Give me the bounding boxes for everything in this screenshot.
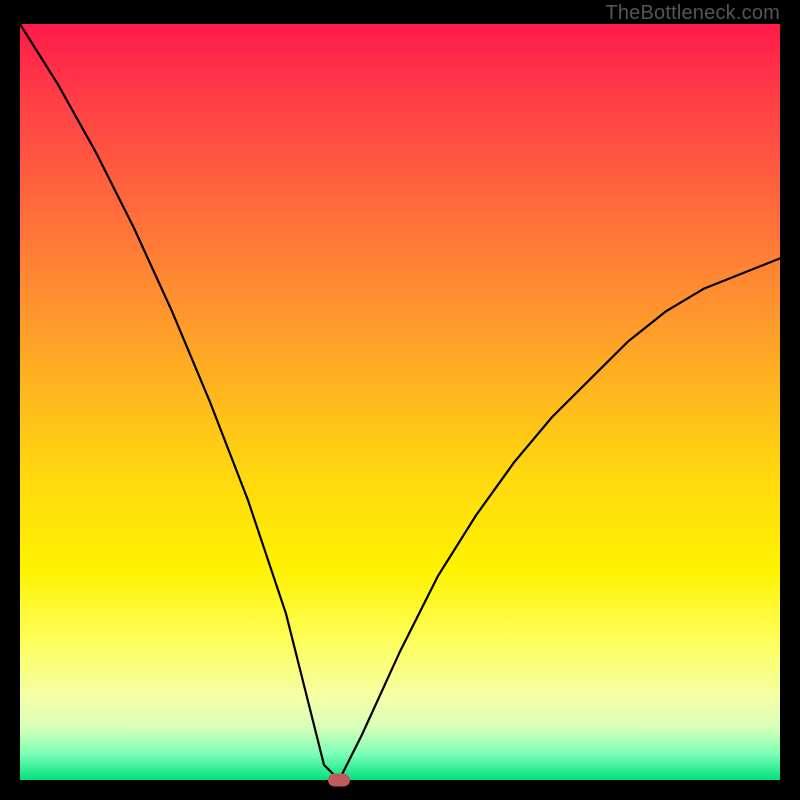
bottleneck-curve <box>20 24 780 780</box>
chart-frame: TheBottleneck.com <box>0 0 800 800</box>
optimal-point-marker <box>328 774 350 787</box>
watermark-text: TheBottleneck.com <box>605 2 780 25</box>
curve-svg <box>20 24 780 780</box>
plot-area <box>20 24 780 780</box>
